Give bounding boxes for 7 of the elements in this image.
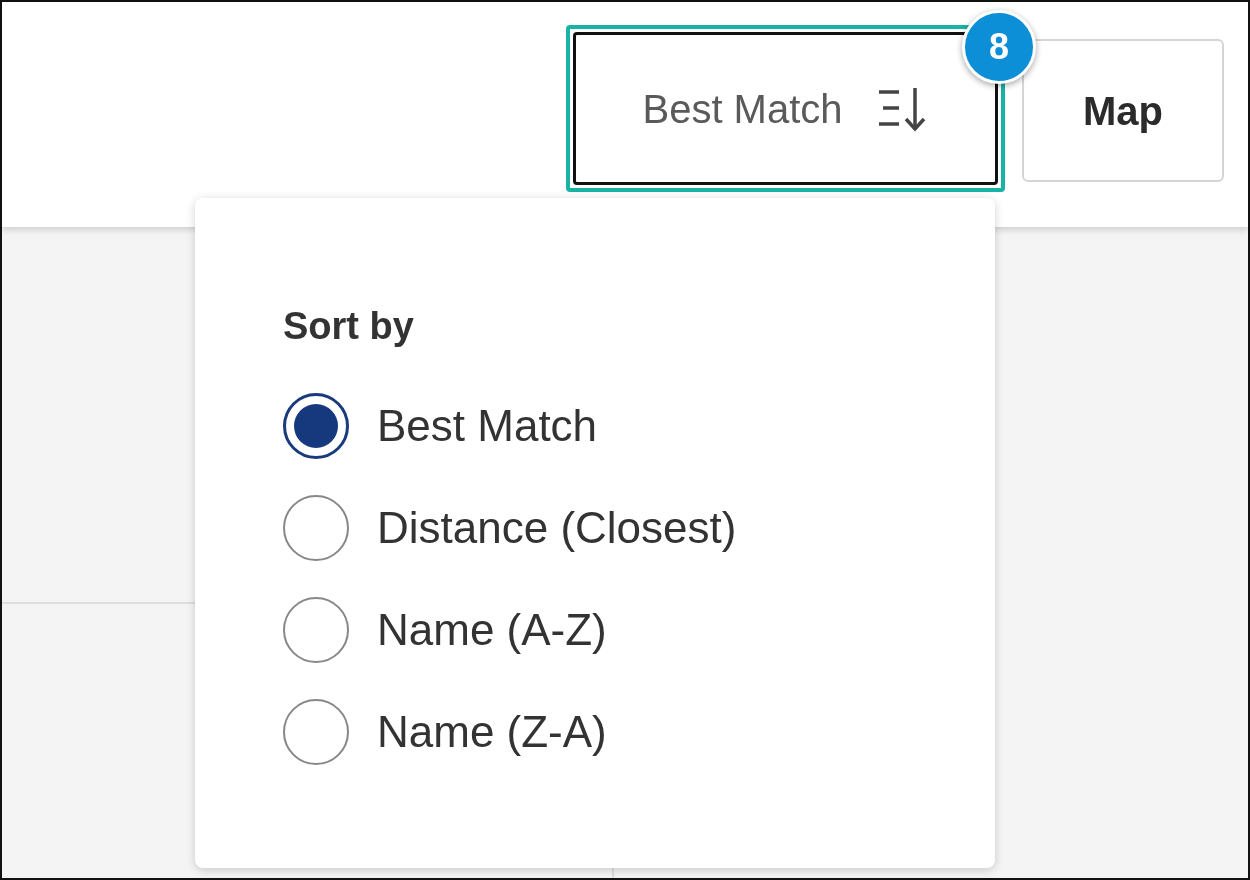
map-button[interactable]: Map [1022,39,1224,182]
sort-option[interactable]: Name (A-Z) [283,579,995,681]
sort-option[interactable]: Distance (Closest) [283,477,995,579]
sort-option[interactable]: Name (Z-A) [283,681,995,783]
step-badge: 8 [962,10,1036,84]
sort-option[interactable]: Best Match [283,375,995,477]
menu-heading: Sort by [283,304,415,349]
